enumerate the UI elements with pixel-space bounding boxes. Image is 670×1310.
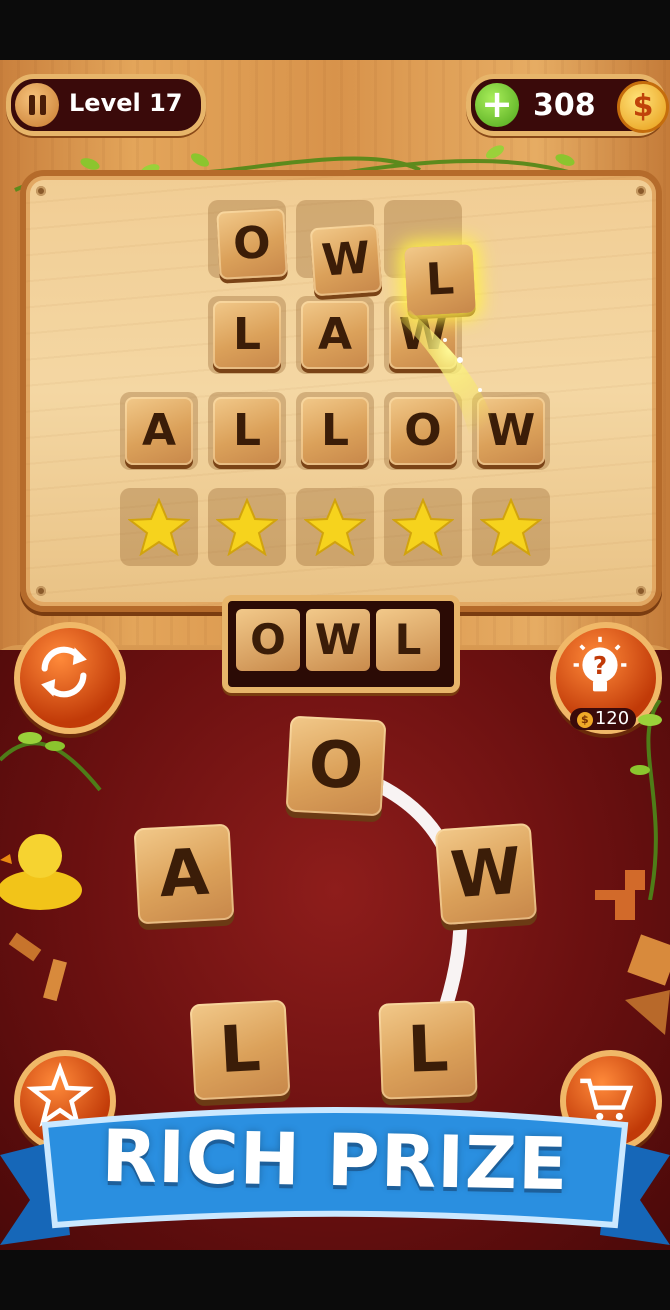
- wheel-letter-tile[interactable]: A: [133, 823, 235, 925]
- promo-banner-text: RICH PRIZE: [100, 1113, 570, 1207]
- coin-icon: $: [617, 81, 669, 133]
- wood-block-icon: [8, 932, 67, 1002]
- vine-left-icon: [0, 732, 102, 792]
- current-word-letter: O: [236, 609, 300, 671]
- coin-balance: + 308 $: [466, 74, 669, 136]
- pause-button[interactable]: [15, 83, 59, 127]
- star-icon: [304, 498, 366, 556]
- grid-letter-tile: W: [309, 223, 383, 297]
- status-bar-bottom: [0, 1250, 670, 1310]
- current-word-letter: L: [376, 609, 440, 671]
- grid-letter-tile: L: [301, 397, 369, 465]
- grid-letter-tile: L: [213, 301, 281, 369]
- status-bar-top: [0, 0, 670, 60]
- wheel-letter-tile[interactable]: L: [378, 1000, 478, 1100]
- star-icon: [392, 498, 454, 556]
- coin-count: 308: [533, 88, 596, 123]
- wheel-letter-tile[interactable]: W: [434, 822, 538, 926]
- grid-letter-tile: O: [216, 208, 288, 280]
- level-indicator: Level 17: [6, 74, 206, 136]
- grid-letter-tile: A: [301, 301, 369, 369]
- rubber-duck-icon: [0, 834, 82, 910]
- coin-icon: $: [576, 712, 593, 728]
- wood-block-icon: [595, 870, 670, 1035]
- grid-letter-tile: O: [389, 397, 457, 465]
- game-stage: Level 17 + 308 $ L A W O W L A L L O W O…: [0, 60, 670, 1250]
- wheel-letter-tile[interactable]: L: [189, 999, 291, 1101]
- level-label: Level 17: [69, 89, 183, 117]
- grid-letter-tile: L: [213, 397, 281, 465]
- puzzle-board: L A W O W L A L L O W: [20, 170, 662, 612]
- add-coins-button[interactable]: +: [475, 83, 519, 127]
- grid-letter-tile: W: [477, 397, 545, 465]
- grid-letter-tile: A: [125, 397, 193, 465]
- star-icon: [128, 498, 190, 556]
- star-icon: [216, 498, 278, 556]
- grid-letter-tile-highlight: L: [404, 244, 476, 316]
- svg-text:?: ?: [593, 651, 607, 680]
- star-icon: [480, 498, 542, 556]
- current-word-display: O W L: [222, 595, 460, 693]
- current-word-letter: W: [306, 609, 370, 671]
- wheel-letter-tile[interactable]: O: [285, 715, 387, 817]
